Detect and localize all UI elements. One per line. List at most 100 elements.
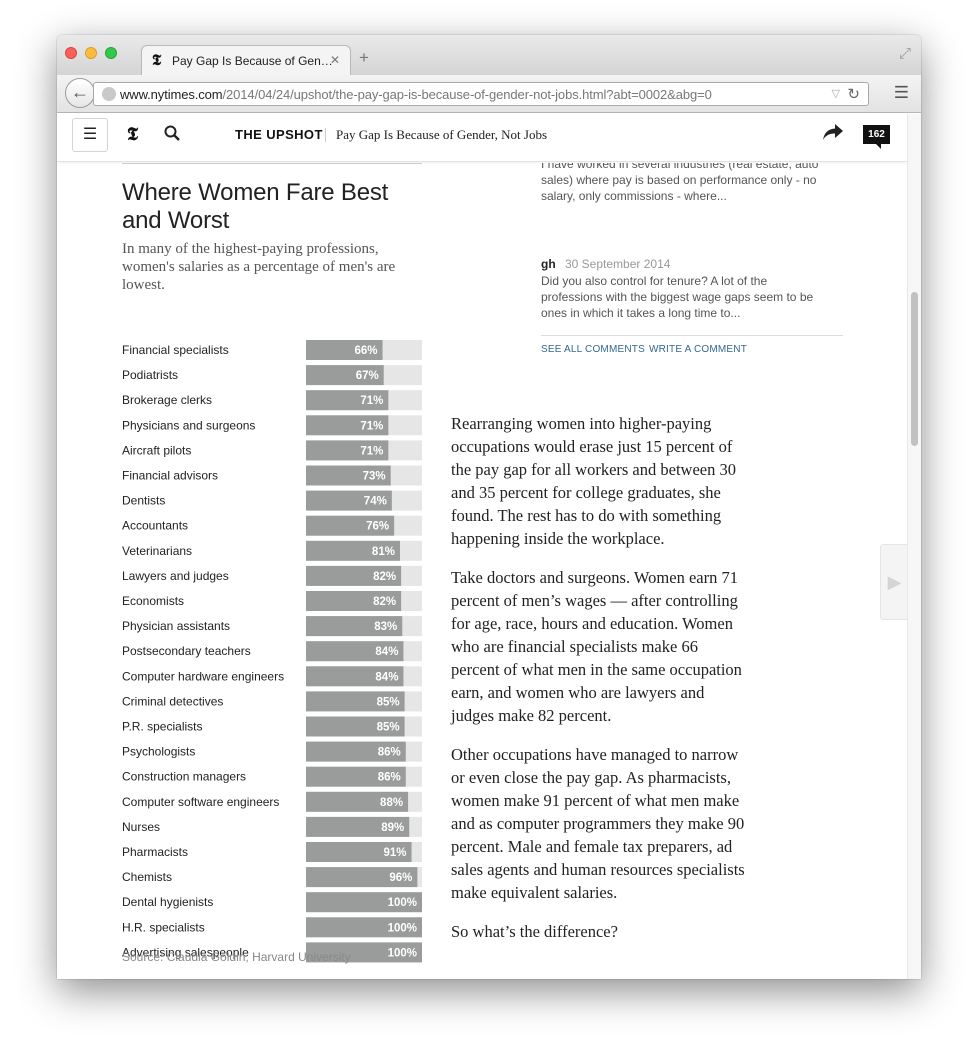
bar-value-label: 83%: [374, 621, 397, 633]
bar-category-label: Physician assistants: [122, 619, 230, 633]
url-path: /2014/04/24/upshot/the-pay-gap-is-becaus…: [222, 87, 712, 102]
bar-value-label: 88%: [380, 797, 403, 809]
section-name[interactable]: THE UPSHOT: [235, 127, 323, 142]
see-all-comments-link[interactable]: SEE ALL COMMENTS: [541, 344, 645, 355]
page-content: Where Women Fare Best and Worst In many …: [57, 163, 907, 979]
bar-value-label: 73%: [363, 471, 386, 483]
bar-category-label: Aircraft pilots: [122, 443, 191, 457]
browser-tab[interactable]: 𝕿 Pay Gap Is Because of Gen… ✕: [141, 45, 351, 75]
bar-category-label: Dentists: [122, 494, 165, 508]
divider: [541, 335, 843, 336]
bar-category-label: Nurses: [122, 820, 160, 834]
url-dropdown-icon[interactable]: ▽: [832, 87, 840, 100]
hamburger-icon: ☰: [82, 126, 98, 143]
bar-value-label: 84%: [375, 646, 398, 658]
bar-category-label: Brokerage clerks: [122, 393, 212, 407]
bar-value-label: 100%: [388, 922, 417, 934]
bar-category-label: Financial advisors: [122, 469, 218, 483]
back-button[interactable]: ←: [65, 78, 95, 108]
nyt-favicon-icon: 𝕿: [152, 51, 162, 69]
bar-category-label: Criminal detectives: [122, 694, 223, 708]
article-body: Rearranging women into higher-paying occ…: [451, 412, 746, 959]
bar-category-label: Economists: [122, 594, 184, 608]
bar-category-label: H.R. specialists: [122, 920, 205, 934]
bar-value-label: 71%: [360, 395, 383, 407]
bar-category-label: Podiatrists: [122, 368, 178, 382]
nyt-logo-icon[interactable]: 𝕿: [127, 124, 138, 145]
comment-count-badge[interactable]: 162: [863, 125, 890, 149]
article-paragraph: Take doctors and surgeons. Women earn 71…: [451, 568, 742, 725]
browser-window: 𝕿 Pay Gap Is Because of Gen… ✕ + ⤢ ← www…: [57, 35, 921, 979]
bar-value-label: 66%: [355, 345, 378, 357]
bar-value-label: 82%: [373, 571, 396, 583]
bar-category-label: Computer software engineers: [122, 795, 279, 809]
share-icon[interactable]: [822, 123, 844, 147]
bar-value-label: 85%: [377, 696, 400, 708]
sections-menu-button[interactable]: ☰: [72, 118, 108, 152]
scrollbar[interactable]: [907, 114, 921, 979]
reload-icon[interactable]: ↻: [847, 85, 860, 103]
chart-source: Source: Claudia Goldin, Harvard Universi…: [122, 950, 351, 964]
chevron-right-icon: ▶: [887, 572, 902, 592]
bar-category-label: P.R. specialists: [122, 720, 202, 734]
bar-category-label: Chemists: [122, 870, 172, 884]
bar-value-label: 100%: [388, 897, 417, 909]
scrollbar-thumb[interactable]: [911, 292, 918, 446]
site-header: ☰ 𝕿 THE UPSHOT Pay Gap Is Because of Gen…: [57, 114, 907, 162]
bar-category-label: Accountants: [122, 519, 188, 533]
bar-category-label: Construction managers: [122, 770, 246, 784]
bar-value-label: 89%: [381, 822, 404, 834]
bar-category-label: Pharmacists: [122, 845, 188, 859]
close-window-button[interactable]: [65, 47, 77, 59]
header-headline: Pay Gap Is Because of Gender, Not Jobs: [336, 127, 548, 142]
navigation-bar: ← www.nytimes.com/2014/04/24/upshot/the-…: [57, 75, 921, 113]
url-host: www.nytimes.com: [120, 87, 223, 102]
bar-value-label: 82%: [373, 596, 396, 608]
article-paragraph: Other occupations have managed to narrow…: [451, 745, 745, 902]
bar-value-label: 100%: [388, 947, 417, 959]
search-icon[interactable]: [164, 125, 180, 146]
title-bar: 𝕿 Pay Gap Is Because of Gen… ✕ + ⤢: [57, 35, 921, 75]
bar-value-label: 67%: [356, 370, 379, 382]
arrow-left-icon: ←: [71, 82, 89, 102]
bar-value-label: 96%: [389, 872, 412, 884]
bar-value-label: 71%: [360, 420, 383, 432]
tab-close-icon[interactable]: ✕: [330, 53, 340, 67]
comment-body: Did you also control for tenure? A lot o…: [541, 274, 814, 320]
menu-icon[interactable]: ☰: [894, 84, 909, 101]
bar-value-label: 71%: [360, 445, 383, 457]
comment-date: 30 September 2014: [565, 257, 671, 271]
comment-author: gh: [541, 257, 556, 271]
bar-value-label: 76%: [366, 521, 389, 533]
comment-snippet: I have worked in several industries (rea…: [541, 163, 819, 203]
bar-value-label: 74%: [364, 496, 387, 508]
article-paragraph: Rearranging women into higher-paying occ…: [451, 414, 736, 548]
bar-category-label: Computer hardware engineers: [122, 669, 284, 683]
write-comment-link[interactable]: WRITE A COMMENT: [649, 344, 747, 355]
fullscreen-icon[interactable]: ⤢: [899, 45, 911, 62]
tab-title: Pay Gap Is Because of Gen…: [172, 54, 332, 68]
bar-category-label: Physicians and surgeons: [122, 418, 255, 432]
url-text: www.nytimes.com/2014/04/24/upshot/the-pa…: [120, 87, 712, 102]
bar-category-label: Lawyers and judges: [122, 569, 229, 583]
bar-value-label: 86%: [378, 772, 401, 784]
bar-value-label: 81%: [372, 546, 395, 558]
pay-gap-bar-chart: Financial specialists 66% Podiatrists 67% Br…: [122, 340, 422, 963]
new-tab-button[interactable]: +: [359, 48, 369, 68]
next-article-button[interactable]: ▶: [880, 544, 907, 620]
bar-category-label: Postsecondary teachers: [122, 644, 251, 658]
maximize-window-button[interactable]: [105, 47, 117, 59]
bar-value-label: 85%: [377, 722, 400, 734]
bar-category-label: Veterinarians: [122, 544, 192, 558]
bar-value-label: 84%: [375, 671, 398, 683]
bar-value-label: 86%: [378, 747, 401, 759]
header-divider: [325, 128, 326, 142]
bar-value-label: 91%: [384, 847, 407, 859]
bar-category-label: Financial specialists: [122, 343, 229, 357]
globe-icon: [102, 87, 116, 101]
bar-category-label: Psychologists: [122, 745, 195, 759]
bar-category-label: Dental hygienists: [122, 895, 213, 909]
minimize-window-button[interactable]: [85, 47, 97, 59]
address-bar[interactable]: www.nytimes.com/2014/04/24/upshot/the-pa…: [93, 82, 869, 106]
article-paragraph: So what’s the difference?: [451, 922, 618, 941]
